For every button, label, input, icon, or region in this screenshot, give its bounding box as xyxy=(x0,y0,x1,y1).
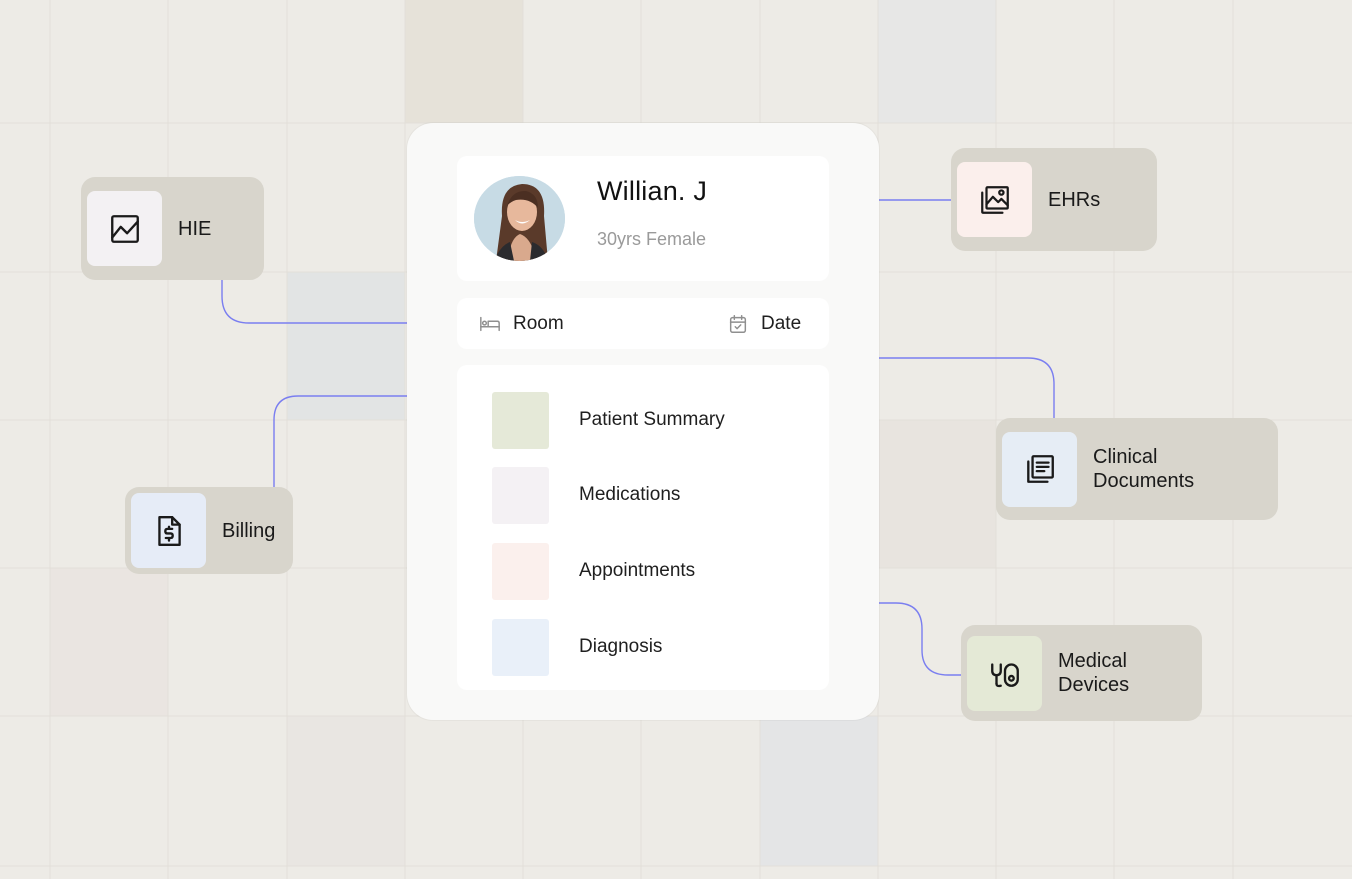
record-label: Diagnosis xyxy=(579,636,663,657)
node-billing[interactable]: Billing xyxy=(125,487,293,574)
patient-meta-row: Room Date xyxy=(457,298,829,349)
record-label: Medications xyxy=(579,484,681,505)
records-list: Patient Summary Medications Appointments… xyxy=(457,365,829,690)
record-label: Patient Summary xyxy=(579,409,725,430)
clinical-documents-label-line2: Documents xyxy=(1093,470,1195,492)
clinical-documents-label-line1: Clinical xyxy=(1093,446,1158,468)
billing-icon-box xyxy=(131,493,206,568)
node-clinical-documents[interactable]: Clinical Documents xyxy=(996,418,1278,520)
ehrs-label: EHRs xyxy=(1048,188,1101,211)
date-label: Date xyxy=(761,312,802,334)
invoice-dollar-icon xyxy=(157,515,181,546)
node-medical-devices[interactable]: Medical Devices xyxy=(961,625,1202,721)
record-swatch xyxy=(492,466,549,524)
billing-label: Billing xyxy=(222,519,276,542)
medical-devices-icon-box xyxy=(967,635,1042,711)
ehrs-icon-box xyxy=(957,162,1032,237)
patient-details: 30yrs Female xyxy=(597,229,707,249)
record-medications[interactable]: Medications xyxy=(492,466,812,524)
hie-label: HIE xyxy=(178,217,212,240)
record-swatch xyxy=(492,618,549,676)
record-diagnosis[interactable]: Diagnosis xyxy=(492,618,812,676)
calendar-check-icon xyxy=(729,314,747,333)
patient-profile[interactable]: Willian. J 30yrs Female xyxy=(457,156,829,281)
chart-image-icon xyxy=(110,214,139,243)
hie-icon-box xyxy=(87,191,162,266)
medical-devices-label-line1: Medical xyxy=(1058,650,1127,672)
document-list-icon xyxy=(1026,455,1054,483)
record-label: Appointments xyxy=(579,560,696,581)
record-patient-summary[interactable]: Patient Summary xyxy=(492,391,812,449)
record-swatch xyxy=(492,542,549,600)
patient-avatar xyxy=(474,176,565,261)
clinical-documents-icon-box xyxy=(1002,431,1077,507)
avatar-portrait-icon xyxy=(474,176,565,261)
medical-devices-label-line2: Devices xyxy=(1058,674,1130,696)
photo-folder-icon xyxy=(980,185,1009,214)
bed-icon xyxy=(480,316,500,331)
room-label: Room xyxy=(513,312,564,334)
stethoscope-icon xyxy=(990,663,1019,688)
record-appointments[interactable]: Appointments xyxy=(492,542,812,600)
patient-name: Willian. J xyxy=(597,176,708,206)
room-field[interactable]: Room xyxy=(479,298,564,349)
patient-card: Willian. J 30yrs Female Room Date Patien… xyxy=(407,123,879,720)
record-swatch xyxy=(492,391,549,449)
clinical-documents-label: Clinical Documents xyxy=(1093,445,1194,493)
medical-devices-label: Medical Devices xyxy=(1058,649,1129,697)
node-ehrs[interactable]: EHRs xyxy=(951,148,1157,251)
date-field[interactable]: Date xyxy=(727,298,801,349)
node-hie[interactable]: HIE xyxy=(81,177,264,280)
